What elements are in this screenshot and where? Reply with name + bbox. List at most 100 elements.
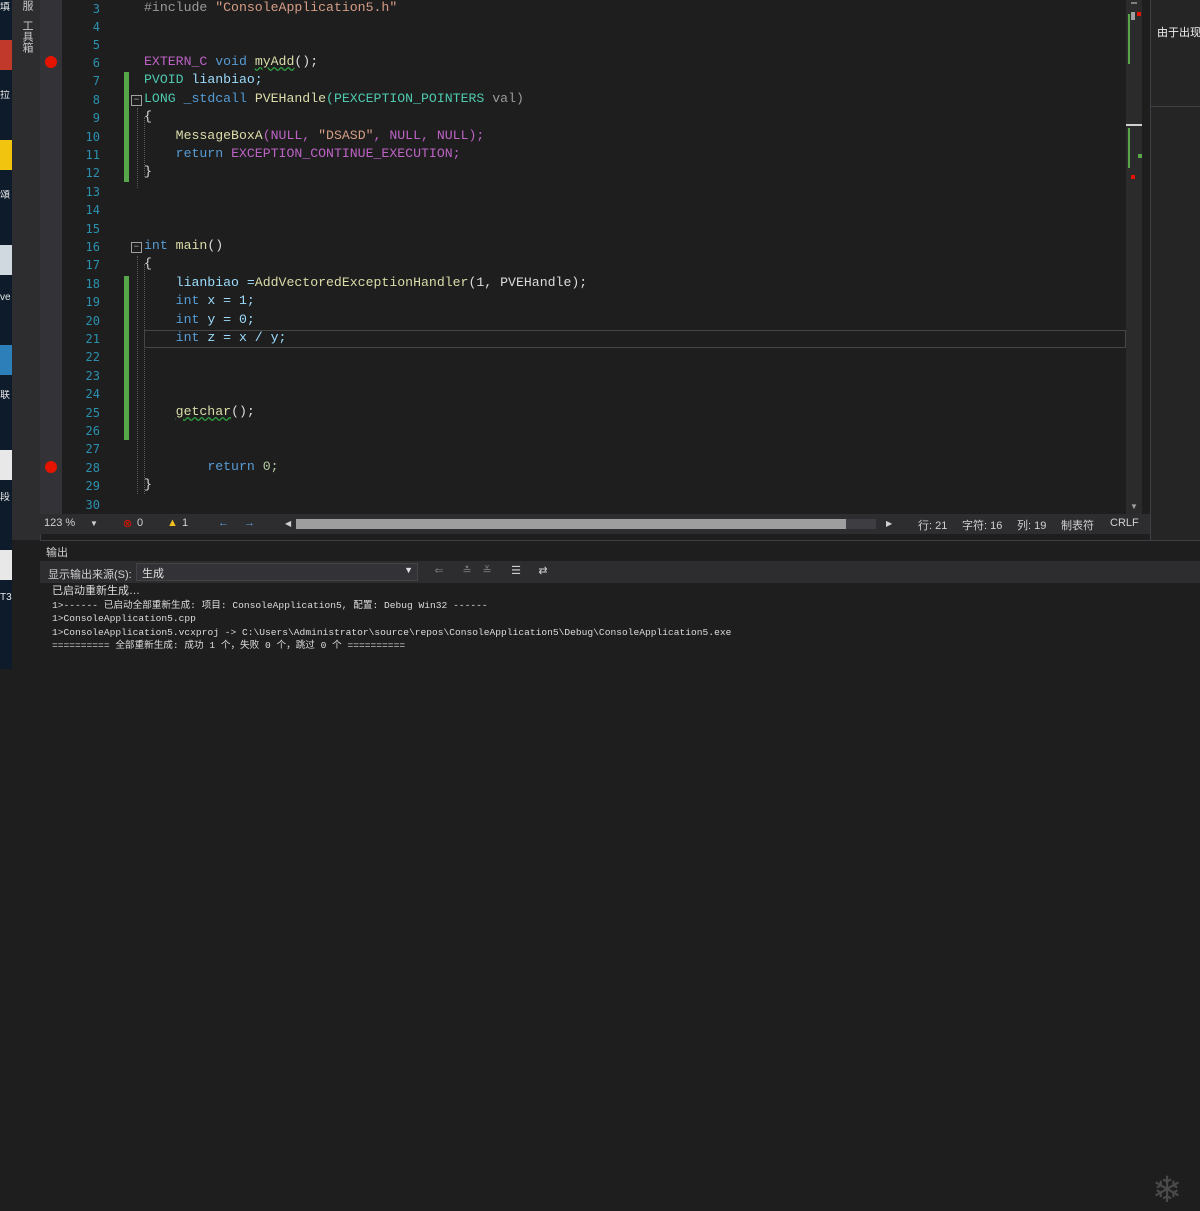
line-number: 4 <box>92 20 100 34</box>
line-number: 27 <box>85 442 100 456</box>
cursor-col[interactable]: 列: 19 <box>1017 517 1046 533</box>
collapse-toggle-icon[interactable]: − <box>131 95 142 106</box>
panel-divider <box>1151 106 1200 107</box>
code-token: getchar <box>175 404 232 419</box>
line-number: 9 <box>92 111 100 125</box>
desktop-app-icon[interactable] <box>0 40 12 70</box>
scroll-marker <box>1138 154 1142 158</box>
code-token: EXCEPTION_CONTINUE_EXECUTION; <box>231 146 461 161</box>
cursor-char[interactable]: 字符: 16 <box>962 517 1002 533</box>
next-message-icon[interactable]: ≚ <box>480 564 494 578</box>
code-line: lianbiao =AddVectoredExceptionHandler(1,… <box>144 274 588 292</box>
desktop-app-icon[interactable] <box>0 550 12 580</box>
scroll-marker <box>1131 175 1135 179</box>
code-token: AddVectoredExceptionHandler <box>254 275 469 290</box>
code-token: 0; <box>262 459 279 474</box>
horizontal-scrollbar[interactable] <box>296 519 876 529</box>
changed-lines-indicator <box>124 276 129 440</box>
desktop-app-icon[interactable] <box>0 140 12 170</box>
code-token: z = x / y; <box>207 330 287 345</box>
line-number: 26 <box>85 424 100 438</box>
code-token: (1, PVEHandle); <box>468 275 588 290</box>
code-token: PVOID <box>144 72 184 87</box>
line-number: 20 <box>85 314 100 328</box>
code-token: "DSASD" <box>318 128 374 143</box>
code-token: PVEHandle <box>254 91 327 106</box>
output-panel-title[interactable]: 输出 <box>46 544 68 560</box>
line-number: 6 <box>92 56 100 70</box>
find-message-icon[interactable]: ⇐ <box>432 564 446 578</box>
chevron-down-icon: ▼ <box>404 565 413 575</box>
code-line: } <box>144 477 152 492</box>
code-line: int z = x / y; <box>144 329 287 347</box>
warning-count[interactable]: 1 <box>182 517 188 529</box>
desktop-icon-label: 联 <box>0 390 10 401</box>
code-token: int <box>175 312 200 327</box>
editor-status-bar: 123 % ▼ ⊗ 0 ▲ 1 ← → ◀ ▶ 行: 21 字符: 16 列: … <box>40 514 1150 534</box>
desktop-icon-strip: 拉 頌 ve 联 段 T3 填 <box>0 0 12 669</box>
code-token: lianbiao = <box>175 275 255 290</box>
breakpoint-icon[interactable] <box>45 461 57 473</box>
editor-vertical-scrollbar[interactable]: ▼ <box>1126 0 1142 514</box>
line-number: 30 <box>85 498 100 512</box>
warning-icon[interactable]: ▲ <box>167 517 178 529</box>
desktop-app-icon[interactable] <box>0 345 12 375</box>
collapse-toggle-icon[interactable]: − <box>131 242 142 253</box>
tab-server-explorer[interactable]: 服 <box>20 0 34 11</box>
cursor-line[interactable]: 行: 21 <box>918 517 947 533</box>
clear-all-icon[interactable]: ☰ <box>509 564 523 578</box>
code-token: return <box>175 146 224 161</box>
code-line: return 0; <box>144 458 279 476</box>
indent-mode[interactable]: 制表符 <box>1061 517 1094 533</box>
horizontal-scroll-thumb[interactable] <box>296 519 846 529</box>
error-count[interactable]: 0 <box>137 517 143 529</box>
output-toolbar: 显示输出来源(S): 生成 ▼ ⇐ ≛ ≚ ☰ ⇄ <box>40 561 1200 583</box>
word-wrap-icon[interactable]: ⇄ <box>536 564 550 578</box>
desktop-app-icon[interactable] <box>0 450 12 480</box>
line-number: 24 <box>85 387 100 401</box>
scroll-marker <box>1128 14 1130 64</box>
code-token: myAdd <box>254 54 295 69</box>
output-source-label: 显示输出来源(S): <box>48 569 132 581</box>
line-number: 12 <box>85 166 100 180</box>
desktop-app-icon[interactable] <box>0 245 12 275</box>
line-number: 8 <box>92 93 100 107</box>
zoom-dropdown-icon[interactable]: ▼ <box>90 519 98 528</box>
code-line: { <box>144 256 152 271</box>
code-line: PVOID lianbiao; <box>144 71 263 89</box>
code-token: int <box>175 330 200 345</box>
breakpoint-icon[interactable] <box>45 56 57 68</box>
line-number: 7 <box>92 74 100 88</box>
desktop-icon-label: T3 <box>0 592 12 603</box>
tab-toolbox[interactable]: 工具箱 <box>20 20 34 53</box>
previous-message-icon[interactable]: ≛ <box>460 564 474 578</box>
code-token: y = 0; <box>207 312 255 327</box>
desktop-icon-label: 頌 <box>0 190 10 201</box>
scroll-left-arrow-icon[interactable]: ◀ <box>285 519 291 528</box>
error-icon[interactable]: ⊗ <box>123 517 132 530</box>
output-source-select[interactable]: 生成 ▼ <box>136 563 418 581</box>
scroll-right-arrow-icon[interactable]: ▶ <box>886 519 892 528</box>
code-line: LONG _stdcall PVEHandle(PEXCEPTION_POINT… <box>144 90 524 108</box>
code-token: "ConsoleApplication5.h" <box>215 0 398 15</box>
code-token: (PEXCEPTION_POINTERS <box>326 91 485 106</box>
line-number: 25 <box>85 406 100 420</box>
output-text: 已启动重新生成… 1>------ 已启动全部重新生成: 项目: ConsoleA… <box>52 585 731 653</box>
code-token: lianbiao; <box>191 72 263 87</box>
line-number: 21 <box>85 332 100 346</box>
nav-back-icon[interactable]: ← <box>218 517 229 529</box>
scroll-marker <box>1131 2 1137 4</box>
code-token: void <box>215 54 247 69</box>
code-line: #include "ConsoleApplication5.h" <box>144 0 397 17</box>
code-editor[interactable]: − − 3 4 5 6 7 8 9 10 11 12 13 14 15 16 1… <box>40 0 1142 514</box>
zoom-level[interactable]: 123 % <box>44 517 75 529</box>
breakpoint-margin[interactable] <box>40 0 62 514</box>
line-number: 22 <box>85 350 100 364</box>
scroll-down-arrow-icon[interactable]: ▼ <box>1130 503 1138 511</box>
nav-forward-icon[interactable]: → <box>244 517 255 529</box>
line-number: 16 <box>85 240 100 254</box>
line-ending[interactable]: CRLF <box>1110 517 1139 529</box>
code-token: return <box>207 459 255 474</box>
line-number: 14 <box>85 203 100 217</box>
code-line: int y = 0; <box>144 311 255 329</box>
